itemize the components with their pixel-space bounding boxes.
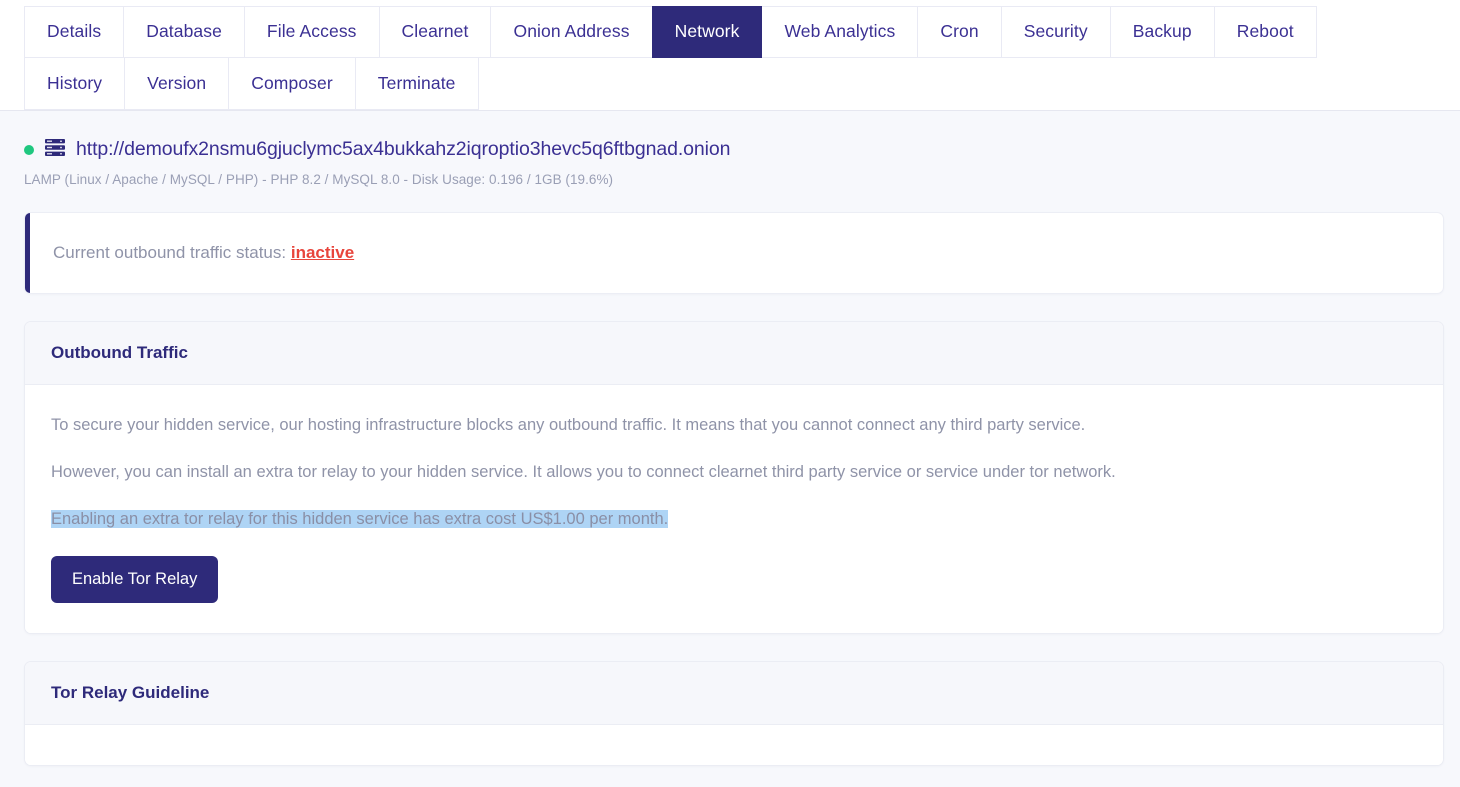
alert-message: Current outbound traffic status: inactiv… (25, 243, 354, 263)
tab-row-secondary: History Version Composer Terminate (24, 58, 1460, 110)
outbound-paragraph-3: Enabling an extra tor relay for this hid… (51, 503, 1417, 536)
tab-web-analytics[interactable]: Web Analytics (761, 6, 919, 58)
enable-tor-relay-button[interactable]: Enable Tor Relay (51, 556, 219, 603)
alert-accent-bar (25, 213, 30, 293)
service-url-line: http://demoufx2nsmu6gjuclymc5ax4bukkahz2… (24, 138, 1460, 161)
selected-text-highlight: Enabling an extra tor relay for this hid… (51, 510, 669, 528)
service-stack-info: LAMP (Linux / Apache / MySQL / PHP) - PH… (24, 172, 614, 187)
tor-relay-guideline-card-body (25, 724, 1443, 765)
app-root: Details Database File Access Clearnet Onion … (0, 0, 1460, 787)
tab-row-primary: Details Database File Access Clearnet Onion … (24, 6, 1460, 58)
tab-version[interactable]: Version (124, 58, 230, 110)
tab-history[interactable]: History (24, 58, 126, 110)
outbound-traffic-card-title: Outbound Traffic (25, 322, 1443, 385)
outbound-status-badge[interactable]: inactive (291, 243, 354, 262)
alert-prefix-label: Current outbound traffic status: (53, 243, 287, 262)
outbound-paragraph-2: However, you can install an extra tor re… (51, 463, 1116, 481)
tor-relay-guideline-card-title: Tor Relay Guideline (25, 661, 1443, 725)
service-header: http://demoufx2nsmu6gjuclymc5ax4bukkahz2… (0, 111, 1460, 187)
server-stack-icon (45, 139, 65, 161)
tab-file-access[interactable]: File Access (243, 6, 380, 58)
tab-reboot[interactable]: Reboot (1213, 6, 1317, 58)
outbound-paragraph-1: To secure your hidden service, our hosti… (51, 416, 1086, 434)
tab-database[interactable]: Database (123, 6, 245, 58)
tab-network[interactable]: Network (651, 6, 763, 58)
tab-backup[interactable]: Backup (1109, 6, 1215, 58)
tab-clearnet[interactable]: Clearnet (378, 6, 492, 58)
service-tab-bar: Details Database File Access Clearnet Onion … (0, 0, 1460, 111)
tab-composer[interactable]: Composer (228, 58, 356, 110)
tab-terminate[interactable]: Terminate (354, 58, 479, 110)
tab-details[interactable]: Details (24, 6, 125, 58)
tab-security[interactable]: Security (1000, 6, 1111, 58)
status-dot-icon (24, 144, 34, 155)
onion-address-link[interactable]: http://demoufx2nsmu6gjuclymc5ax4bukkahz2… (76, 139, 730, 160)
tor-relay-guideline-card: Tor Relay Guideline (24, 660, 1444, 766)
tab-onion-address[interactable]: Onion Address (490, 6, 653, 58)
tab-cron[interactable]: Cron (917, 6, 1002, 58)
page-content: http://demoufx2nsmu6gjuclymc5ax4bukkahz2… (0, 111, 1460, 787)
outbound-traffic-card-body: To secure your hidden service, our hosti… (25, 385, 1443, 633)
outbound-status-alert: Current outbound traffic status: inactiv… (24, 212, 1444, 294)
outbound-traffic-card: Outbound Traffic To secure your hidden s… (24, 321, 1444, 634)
